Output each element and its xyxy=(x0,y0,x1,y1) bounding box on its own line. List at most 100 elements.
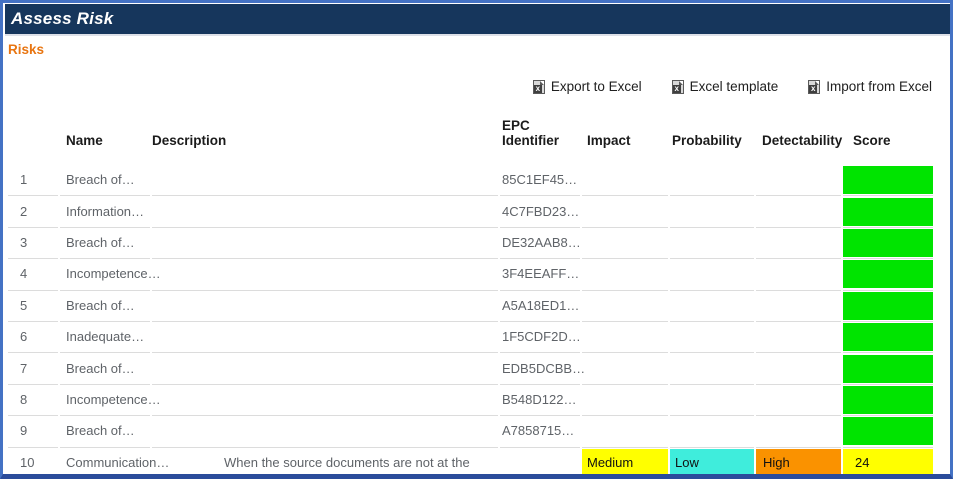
risk-description-cell xyxy=(152,322,498,354)
impact-cell[interactable] xyxy=(582,165,668,197)
epc-identifier-cell: 85C1EF45… xyxy=(500,165,580,197)
table-row[interactable]: 4 Incompetence… 3F4EEAFF… xyxy=(8,259,936,291)
row-number: 2 xyxy=(8,196,58,228)
table-row[interactable]: 2 Information… 4C7FBD23… xyxy=(8,196,936,228)
excel-file-icon xyxy=(808,79,821,94)
table-row[interactable]: 8 Incompetence… B548D122… xyxy=(8,385,936,417)
page-title: Assess Risk xyxy=(11,9,114,28)
detectability-cell[interactable] xyxy=(756,416,841,448)
risks-table: Name Description EPC Identifier Impact P… xyxy=(8,108,936,474)
risk-description-cell xyxy=(152,228,498,260)
title-bar: Assess Risk xyxy=(5,4,950,34)
detectability-cell[interactable] xyxy=(756,322,841,354)
detectability-cell[interactable] xyxy=(756,196,841,228)
row-number: 6 xyxy=(8,322,58,354)
risk-name-cell: Breach of… xyxy=(60,228,150,260)
score-cell[interactable] xyxy=(843,416,933,448)
epc-identifier-cell: 4C7FBD23… xyxy=(500,196,580,228)
header-description: Description xyxy=(152,133,227,149)
impact-cell[interactable] xyxy=(582,353,668,385)
impact-cell[interactable]: Medium xyxy=(582,448,668,474)
risk-name-cell: Incompetence… xyxy=(60,259,161,291)
risk-description-cell: When the source documents are not at the xyxy=(152,448,498,474)
probability-cell[interactable] xyxy=(670,259,754,291)
excel-template-label: Excel template xyxy=(689,79,779,94)
probability-cell[interactable] xyxy=(670,291,754,322)
table-row[interactable]: 3 Breach of… DE32AAB8… xyxy=(8,228,936,260)
excel-template-button[interactable]: Excel template xyxy=(671,79,779,94)
probability-cell[interactable] xyxy=(670,416,754,448)
score-cell[interactable] xyxy=(843,196,933,228)
probability-cell[interactable] xyxy=(670,165,754,197)
risk-name-cell: Communication… xyxy=(60,448,169,474)
risk-name-cell: Breach of… xyxy=(60,416,150,448)
excel-toolbar: Export to Excel Excel template Import fr… xyxy=(532,79,932,94)
probability-cell[interactable] xyxy=(670,196,754,228)
impact-cell[interactable] xyxy=(582,291,668,322)
table-body: 1 Breach of… 85C1EF45… 2 Information… 4C… xyxy=(8,165,936,474)
impact-cell[interactable] xyxy=(582,196,668,228)
header-epc-identifier: EPC Identifier xyxy=(502,117,560,149)
epc-identifier-cell: A5A18ED1… xyxy=(500,291,580,322)
table-header-row: Name Description EPC Identifier Impact P… xyxy=(8,108,936,149)
risk-description-cell xyxy=(152,165,498,197)
table-row[interactable]: 10 Communication… When the source docume… xyxy=(8,448,936,474)
risk-name-cell: Breach of… xyxy=(60,291,150,322)
risk-description-cell xyxy=(152,291,498,322)
export-to-excel-label: Export to Excel xyxy=(550,79,642,94)
detectability-cell[interactable] xyxy=(756,353,841,385)
impact-cell[interactable] xyxy=(582,322,668,354)
table-row[interactable]: 5 Breach of… A5A18ED1… xyxy=(8,291,936,322)
detectability-cell[interactable] xyxy=(756,385,841,417)
table-row[interactable]: 6 Inadequate… 1F5CDF2D… xyxy=(8,322,936,354)
score-cell[interactable] xyxy=(843,165,933,197)
probability-cell[interactable] xyxy=(670,353,754,385)
risk-description-cell xyxy=(152,259,498,291)
impact-cell[interactable] xyxy=(582,228,668,260)
risk-description-cell xyxy=(152,353,498,385)
detectability-cell[interactable] xyxy=(756,165,841,197)
epc-identifier-cell xyxy=(500,448,580,474)
row-number: 5 xyxy=(8,291,58,322)
row-number: 9 xyxy=(8,416,58,448)
export-to-excel-button[interactable]: Export to Excel xyxy=(532,79,642,94)
header-name: Name xyxy=(66,133,103,149)
risk-name-cell: Breach of… xyxy=(60,165,150,197)
probability-cell[interactable] xyxy=(670,228,754,260)
import-from-excel-button[interactable]: Import from Excel xyxy=(808,79,932,94)
table-row[interactable]: 9 Breach of… A7858715… xyxy=(8,416,936,448)
risks-section-label: Risks xyxy=(8,42,45,57)
risk-description-cell xyxy=(152,385,498,417)
detectability-cell[interactable]: High xyxy=(756,448,841,474)
table-row[interactable]: 7 Breach of… EDB5DCBB… xyxy=(8,353,936,385)
impact-cell[interactable] xyxy=(582,259,668,291)
score-cell[interactable]: 24 xyxy=(843,448,933,474)
row-number: 1 xyxy=(8,165,58,197)
risk-name-cell: Breach of… xyxy=(60,353,150,385)
probability-cell[interactable] xyxy=(670,322,754,354)
score-cell[interactable] xyxy=(843,259,933,291)
row-number: 3 xyxy=(8,228,58,260)
table-row[interactable]: 1 Breach of… 85C1EF45… xyxy=(8,165,936,197)
score-cell[interactable] xyxy=(843,228,933,260)
detectability-cell[interactable] xyxy=(756,291,841,322)
epc-identifier-cell: 3F4EEAFF… xyxy=(500,259,580,291)
header-detectability: Detectability xyxy=(762,133,843,149)
detectability-cell[interactable] xyxy=(756,259,841,291)
score-cell[interactable] xyxy=(843,291,933,322)
risk-name-cell: Incompetence… xyxy=(60,385,161,417)
excel-file-icon xyxy=(532,79,545,94)
score-cell[interactable] xyxy=(843,322,933,354)
detectability-cell[interactable] xyxy=(756,228,841,260)
impact-cell[interactable] xyxy=(582,385,668,417)
import-from-excel-label: Import from Excel xyxy=(826,79,932,94)
epc-identifier-cell: B548D122… xyxy=(500,385,580,417)
impact-cell[interactable] xyxy=(582,416,668,448)
score-cell[interactable] xyxy=(843,385,933,417)
score-cell[interactable] xyxy=(843,353,933,385)
epc-identifier-cell: EDB5DCBB… xyxy=(500,353,585,385)
probability-cell[interactable]: Low xyxy=(670,448,754,474)
header-score: Score xyxy=(853,133,891,149)
risk-name-cell: Inadequate… xyxy=(60,322,150,354)
probability-cell[interactable] xyxy=(670,385,754,417)
